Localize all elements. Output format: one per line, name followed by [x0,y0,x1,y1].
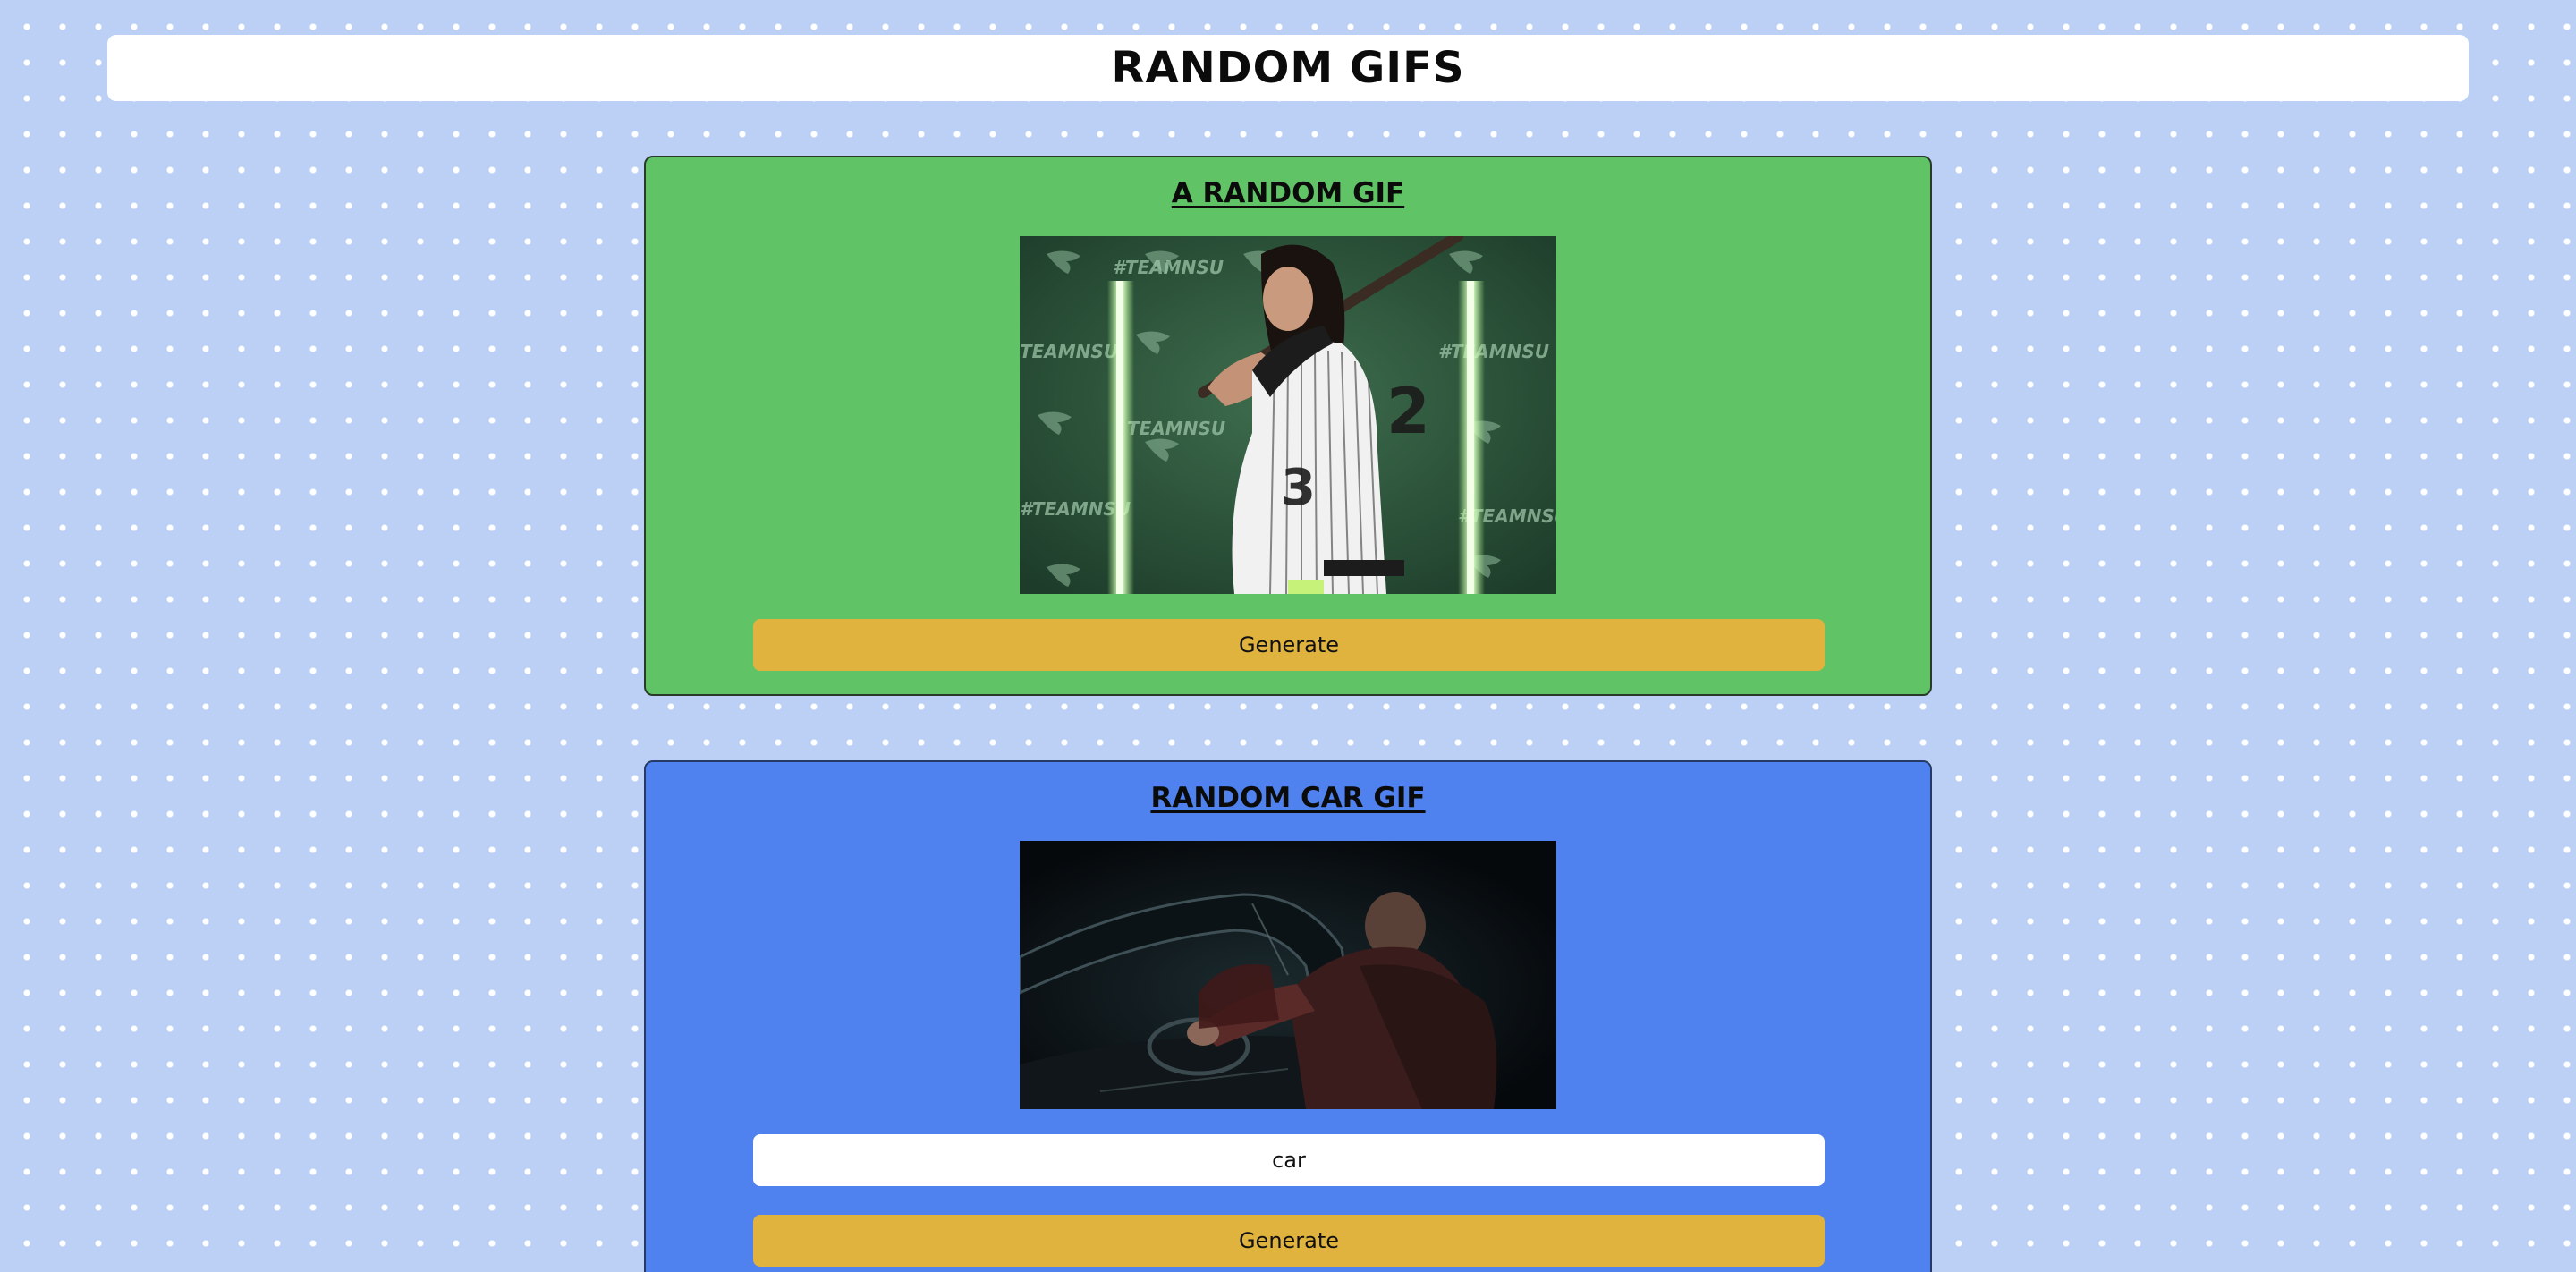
gif-watermark-text: TEAMNSU [1127,418,1225,439]
gif-watermark-text: TEAMNSU [1020,341,1118,362]
random-gif-image: #TEAMNSU TEAMNSU #TEAMNSU #TEAMNSU TEAMN… [1020,236,1556,594]
page-title: RANDOM GIFS [1111,43,1465,93]
random-gif-title: A RANDOM GIF [1171,177,1405,209]
car-gif-title: RANDOM CAR GIF [1150,782,1426,814]
random-gif-generate-button[interactable]: Generate [753,619,1825,671]
random-gif-card: A RANDOM GIF #TEAMNSU TEAMNSU #TEAMNSU #… [644,156,1932,696]
gif-watermark-text: #TEAMNSU [1438,341,1549,362]
car-search-input[interactable] [753,1134,1825,1186]
car-gif-card: RANDOM CAR GIF car Generate [644,760,1932,1272]
svg-text:2: 2 [1386,375,1430,448]
car-gif-generate-button[interactable]: Generate [753,1215,1825,1267]
page-header: RANDOM GIFS [107,35,2469,101]
gif-watermark-text: #TEAMNSU [1113,257,1224,278]
svg-text:3: 3 [1281,459,1316,517]
car-gif-image [1020,841,1556,1109]
